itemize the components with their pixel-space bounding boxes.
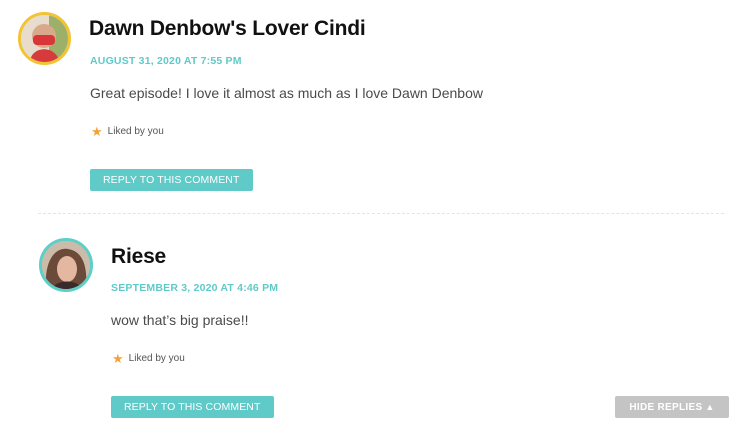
comment-text: Great episode! I love it almost as much … [90,85,483,101]
comment-text: wow that’s big praise!! [111,312,249,328]
comment-date[interactable]: AUGUST 31, 2020 AT 7:55 PM [90,55,242,67]
avatar-image [42,241,90,289]
triangle-up-icon: ▲ [705,402,715,412]
star-icon: ★ [112,351,124,366]
liked-label: Liked by you [128,353,185,364]
reply-button[interactable]: REPLY TO THIS COMMENT [111,396,274,418]
avatar[interactable] [39,238,93,292]
comment-author[interactable]: Riese [111,245,166,269]
hide-replies-label: HIDE REPLIES [629,402,703,413]
hide-replies-button[interactable]: HIDE REPLIES ▲ [615,396,729,418]
reply-button[interactable]: REPLY TO THIS COMMENT [90,169,253,191]
avatar-image [21,15,68,62]
avatar[interactable] [18,12,71,65]
liked-by-indicator: ★ Liked by you [91,125,164,138]
comment-author[interactable]: Dawn Denbow's Lover Cindi [89,17,366,41]
comment-date[interactable]: SEPTEMBER 3, 2020 AT 4:46 PM [111,282,278,294]
star-icon: ★ [91,124,103,139]
liked-by-indicator: ★ Liked by you [112,352,185,365]
liked-label: Liked by you [107,126,164,137]
comment-divider [38,213,724,214]
